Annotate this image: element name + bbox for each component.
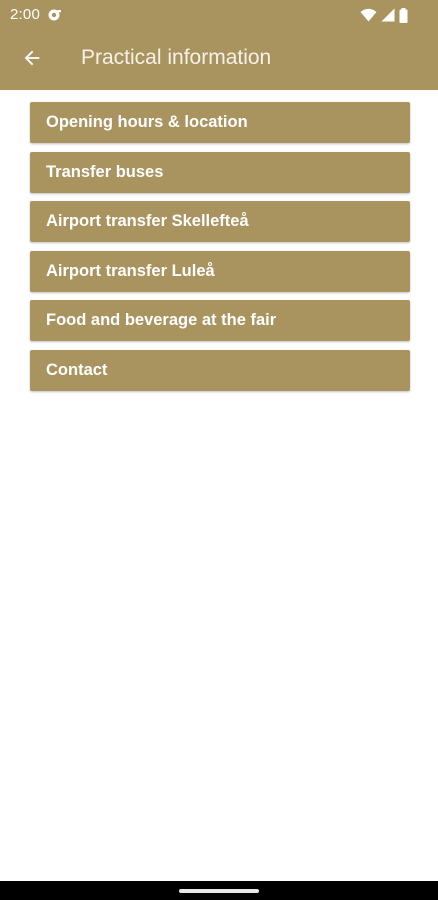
menu-item-airport-transfer-skelleftea[interactable]: Airport transfer Skellefteå [30,201,410,243]
arrow-left-icon [21,47,43,74]
page-title: Practical information [81,46,272,69]
home-gesture-handle[interactable] [179,889,259,893]
status-icons [360,6,408,24]
system-navigation-bar [0,881,438,900]
signal-icon [381,8,395,22]
status-bar: 2:00 [0,0,438,30]
menu-item-transfer-buses[interactable]: Transfer buses [30,151,410,193]
menu-item-food-and-beverage[interactable]: Food and beverage at the fair [30,300,410,342]
menu-item-label: Airport transfer Luleå [46,261,215,280]
notification-icon [46,7,62,23]
menu-item-contact[interactable]: Contact [30,349,410,391]
menu-item-label: Contact [46,360,108,379]
wifi-icon [360,8,377,22]
menu-item-label: Opening hours & location [46,113,248,131]
battery-icon [399,7,408,23]
status-time: 2:00 [10,6,40,23]
practical-info-list: Opening hours & location Transfer buses … [30,102,410,400]
back-button[interactable] [12,40,52,80]
menu-item-label: Airport transfer Skellefteå [46,212,249,231]
menu-item-opening-hours[interactable]: Opening hours & location [30,102,410,143]
app-bar: Practical information [0,30,438,90]
menu-item-label: Food and beverage at the fair [46,311,277,330]
menu-item-label: Transfer buses [46,162,164,181]
menu-item-airport-transfer-lulea[interactable]: Airport transfer Luleå [30,250,410,292]
